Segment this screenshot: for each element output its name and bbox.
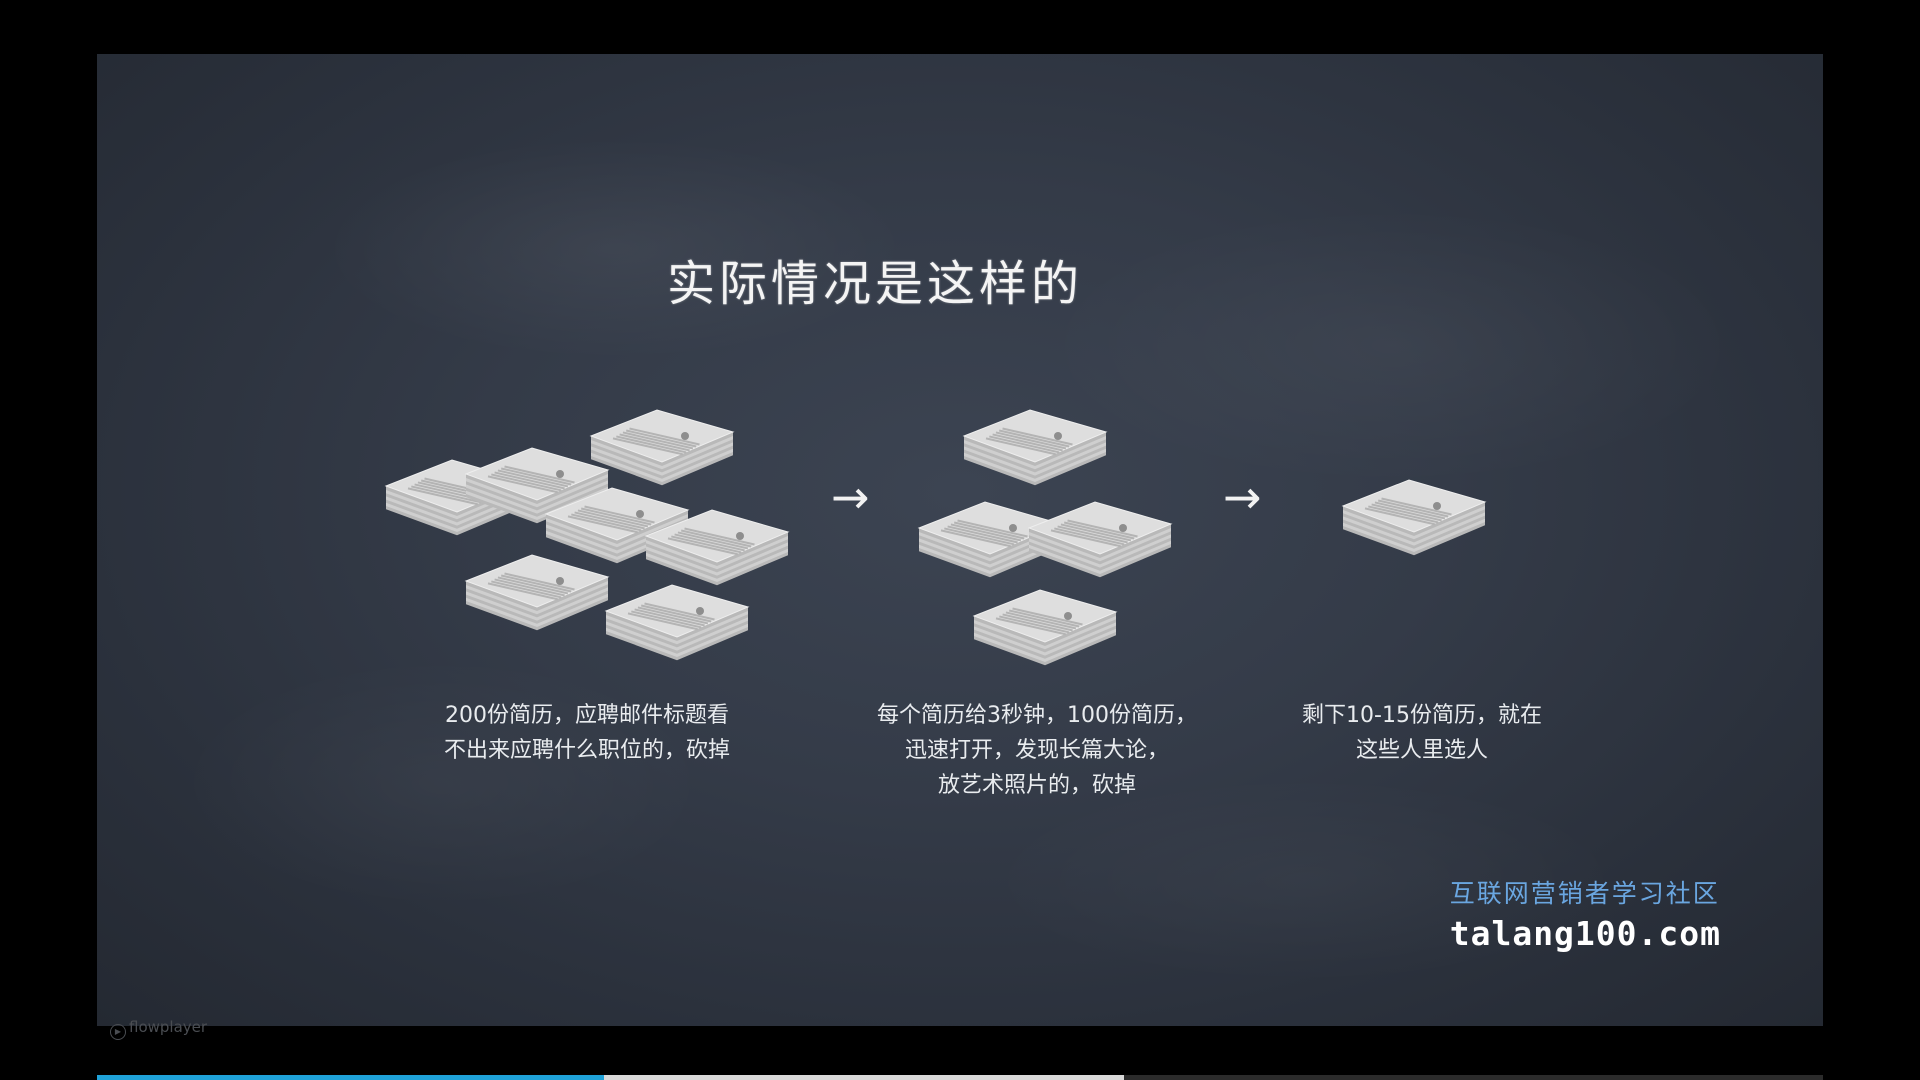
- caption-line: 迅速打开，发现长篇大论，: [904, 738, 1169, 763]
- caption-line: 放艺术照片的，砍掉: [937, 773, 1136, 798]
- watermark-community: 互联网营销者学习社区: [1449, 879, 1720, 908]
- caption-line: 200份简历，应聘邮件标题看: [445, 703, 729, 728]
- arrow-right-icon: →: [1223, 470, 1262, 524]
- caption-line: 剩下10-15份简历，就在: [1302, 703, 1542, 728]
- resume-stack: [1339, 454, 1489, 564]
- arrow-right-icon: →: [831, 470, 870, 524]
- caption-line: 每个简历给3秒钟，100份简历，: [877, 703, 1197, 728]
- caption-line: 不出来应聘什么职位的，砍掉: [443, 738, 730, 763]
- video-player[interactable]: 实际情况是这样的 → → 200份简历，应聘邮件标题看 不出来应聘什么职位的，砍…: [0, 0, 1920, 1080]
- resume-stacks-200: [382, 384, 802, 661]
- video-frame[interactable]: 实际情况是这样的 → → 200份简历，应聘邮件标题看 不出来应聘什么职位的，砍…: [97, 54, 1823, 1026]
- watermark-url: talang100.com: [1449, 914, 1721, 953]
- resume-stack: [970, 564, 1120, 674]
- flowplayer-brand: flowplayer: [129, 1018, 208, 1036]
- flowplayer-logo[interactable]: ▶ flowplayer: [110, 1018, 207, 1040]
- resume-stack: [602, 559, 752, 669]
- caption-line: 这些人里选人: [1355, 738, 1488, 763]
- resume-stack: [462, 529, 612, 639]
- progress-bar[interactable]: [97, 1075, 1823, 1080]
- slide-title: 实际情况是这样的: [666, 256, 1083, 312]
- resume-stacks-100: [915, 384, 1175, 666]
- progress-played: [97, 1075, 605, 1080]
- step-2-caption: 每个简历给3秒钟，100份简历， 迅速打开，发现长篇大论， 放艺术照片的，砍掉: [857, 698, 1217, 803]
- step-3-caption: 剩下10-15份简历，就在 这些人里选人: [1272, 698, 1572, 768]
- resume-stack-final: [1339, 454, 1499, 574]
- site-watermark: 互联网营销者学习社区 talang100.com: [1450, 874, 1721, 953]
- step-1-caption: 200份简历，应聘邮件标题看 不出来应聘什么职位的，砍掉: [402, 698, 772, 768]
- play-icon: ▶: [110, 1024, 126, 1040]
